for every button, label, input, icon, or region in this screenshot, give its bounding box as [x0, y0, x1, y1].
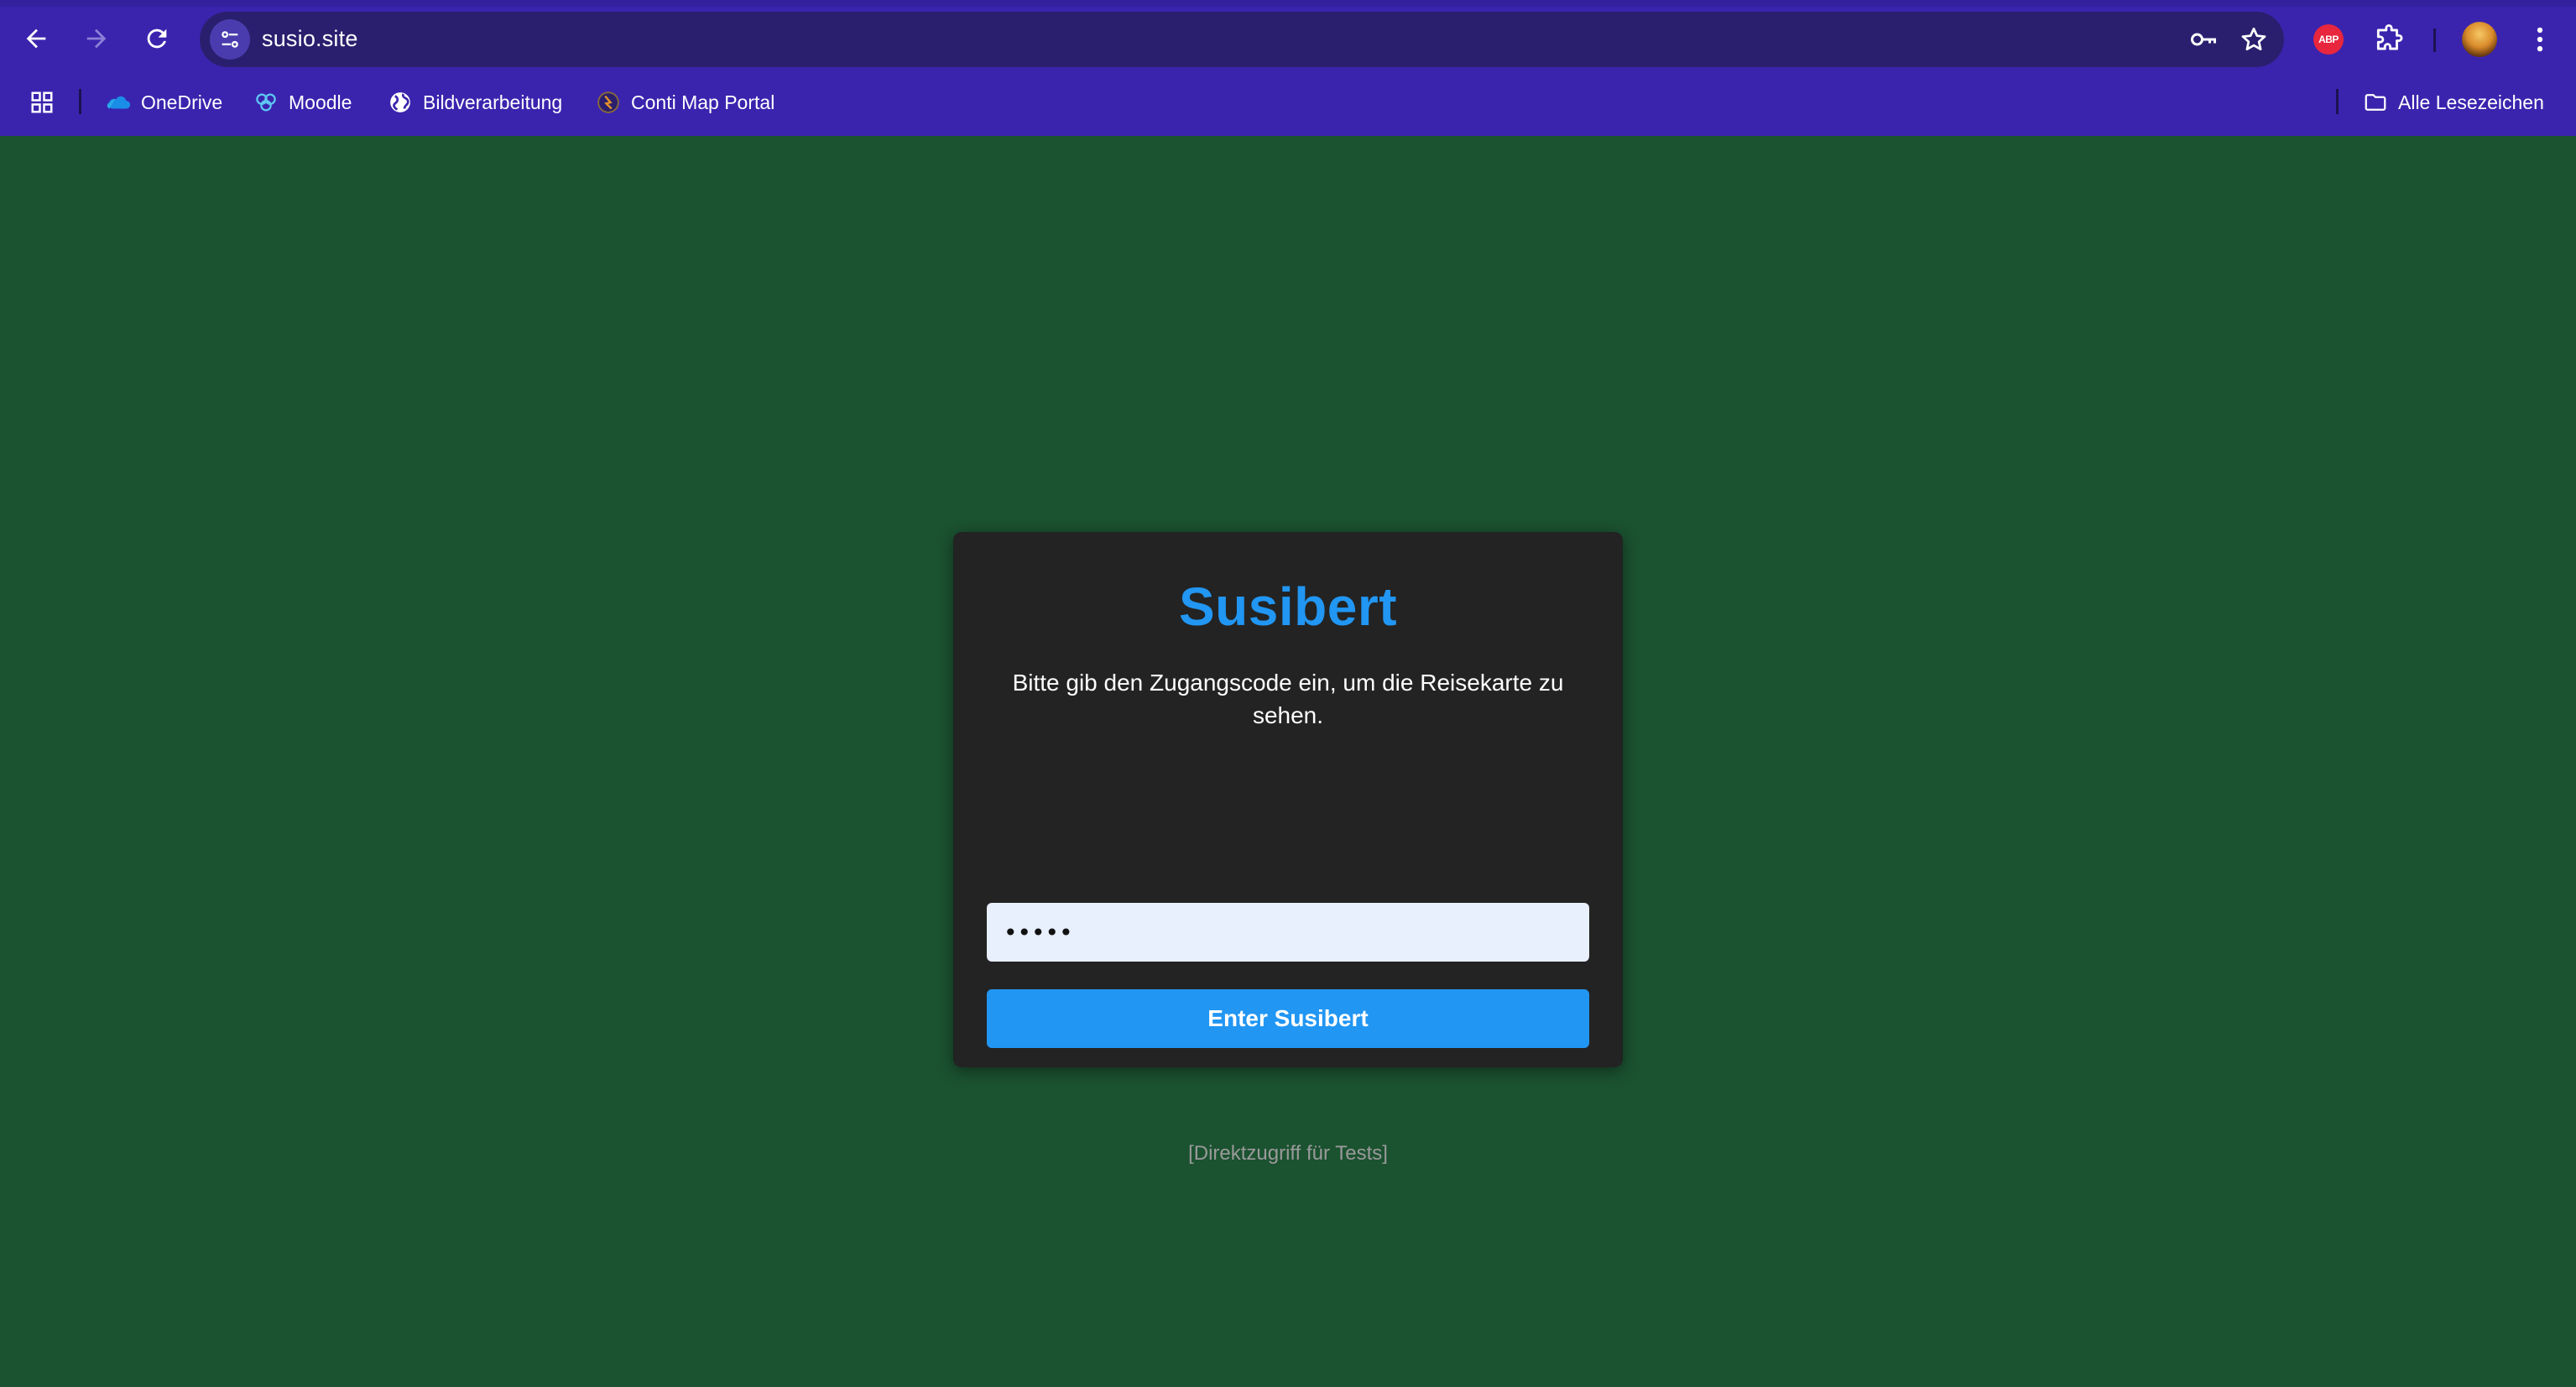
arrow-right-icon: [86, 29, 107, 49]
bookmark-bildverarbeitung[interactable]: Bildverarbeitung: [379, 82, 571, 123]
more-vert-icon: [2537, 27, 2543, 52]
toolbar-divider: [2433, 29, 2436, 52]
all-bookmarks-label: Alle Lesezeichen: [2398, 91, 2544, 113]
login-card: Susibert Bitte gib den Zugangscode ein, …: [953, 532, 1623, 1165]
url-text[interactable]: susio.site: [262, 26, 358, 52]
adblock-extension-button[interactable]: ABP: [2307, 18, 2349, 60]
reload-button[interactable]: [133, 14, 181, 63]
moodle-icon: [256, 93, 276, 112]
puzzle-icon: [2376, 24, 2403, 50]
extensions-button[interactable]: [2368, 18, 2410, 60]
onedrive-icon: [107, 96, 131, 109]
bookmark-label: Moodle: [289, 91, 352, 113]
forward-button[interactable]: [72, 14, 121, 63]
access-code-input[interactable]: [987, 903, 1589, 962]
password-key-button[interactable]: [2187, 23, 2220, 56]
browser-toolbar: susio.site ABP: [0, 7, 2576, 72]
bookmarks-divider: [79, 89, 81, 114]
profile-button[interactable]: [2459, 18, 2500, 60]
browser-chrome: susio.site ABP OneDrive Moodle Bildverar…: [0, 0, 2576, 136]
bookmark-conti-map-portal[interactable]: Conti Map Portal: [587, 82, 783, 123]
bookmark-label: OneDrive: [141, 91, 223, 113]
page-title: Susibert: [1178, 576, 1398, 637]
direct-access-link[interactable]: [Direktzugriff für Tests]: [953, 1142, 1623, 1165]
globe-icon: [390, 92, 410, 112]
key-icon: [2191, 33, 2216, 46]
bookmarks-bar: OneDrive Moodle Bildverarbeitung Conti M…: [0, 77, 2576, 128]
site-info-button[interactable]: [210, 19, 250, 60]
bookmark-onedrive[interactable]: OneDrive: [97, 82, 231, 123]
bookmark-label: Conti Map Portal: [631, 91, 775, 113]
arrow-left-icon: [26, 29, 46, 49]
star-icon: [2241, 27, 2266, 51]
bookmark-moodle[interactable]: Moodle: [245, 82, 360, 123]
page-viewport: Susibert Bitte gib den Zugangscode ein, …: [0, 136, 2576, 1387]
tab-strip-edge: [0, 0, 2576, 7]
back-button[interactable]: [12, 14, 60, 63]
bookmarks-divider: [2336, 89, 2339, 114]
bookmark-star-button[interactable]: [2237, 23, 2271, 56]
reload-icon: [147, 29, 167, 49]
bookmark-label: Bildverarbeitung: [423, 91, 563, 113]
browser-menu-button[interactable]: [2519, 18, 2561, 60]
login-description: Bitte gib den Zugangscode ein, um die Re…: [1012, 670, 1564, 728]
folder-icon: [2365, 94, 2386, 111]
tune-icon: [222, 31, 238, 48]
adblock-icon: ABP: [2313, 24, 2344, 55]
enter-button[interactable]: Enter Susibert: [987, 989, 1589, 1048]
apps-button[interactable]: [23, 84, 60, 121]
avatar: [2462, 22, 2497, 57]
conti-icon: [597, 91, 619, 113]
address-bar[interactable]: susio.site: [200, 12, 2284, 67]
apps-grid-icon: [31, 91, 53, 113]
all-bookmarks-button[interactable]: Alle Lesezeichen: [2354, 82, 2553, 123]
